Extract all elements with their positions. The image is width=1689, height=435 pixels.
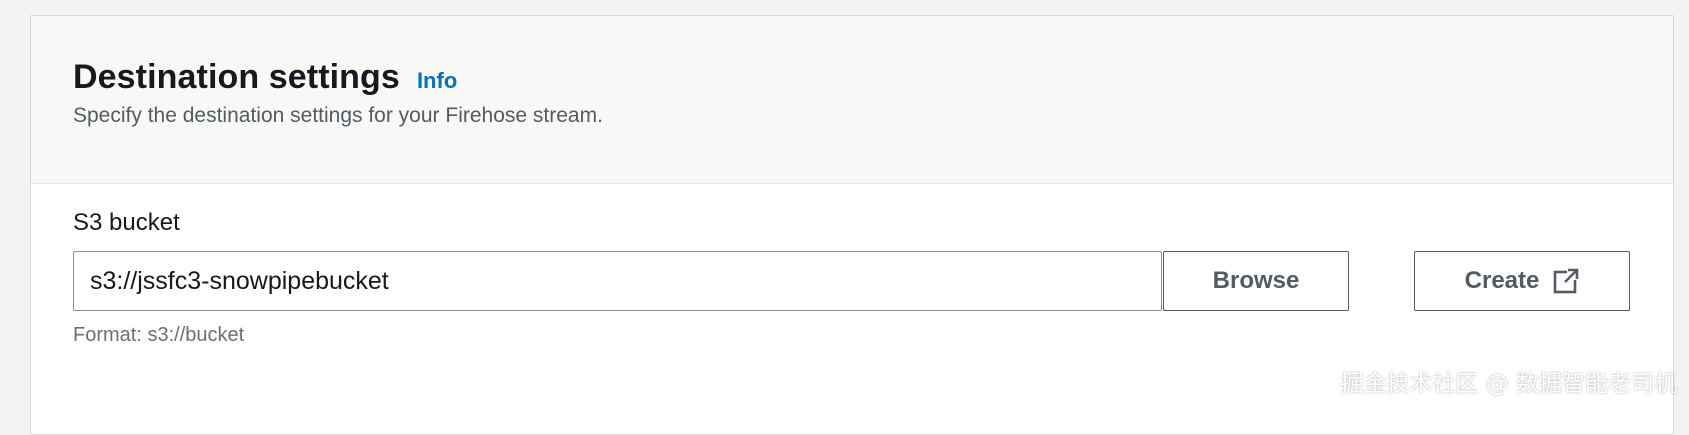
browse-button-label: Browse <box>1212 267 1300 294</box>
watermark: 掘金技术社区 @ 数据智能老司机 <box>1340 371 1677 397</box>
browse-button[interactable]: Browse <box>1163 251 1349 311</box>
section-description: Specify the destination settings for you… <box>73 104 603 127</box>
create-button-label: Create <box>1464 267 1540 294</box>
s3-bucket-format-hint: Format: s3://bucket <box>73 324 245 346</box>
info-link[interactable]: Info <box>417 68 457 94</box>
panel-header: Destination settings Info Specify the de… <box>31 16 1673 184</box>
create-button[interactable]: Create <box>1414 251 1630 311</box>
external-link-icon <box>1554 268 1580 294</box>
s3-bucket-input[interactable] <box>73 251 1162 311</box>
section-title: Destination settings <box>73 58 400 96</box>
title-row: Destination settings Info <box>73 58 457 97</box>
s3-bucket-label: S3 bucket <box>73 209 180 236</box>
